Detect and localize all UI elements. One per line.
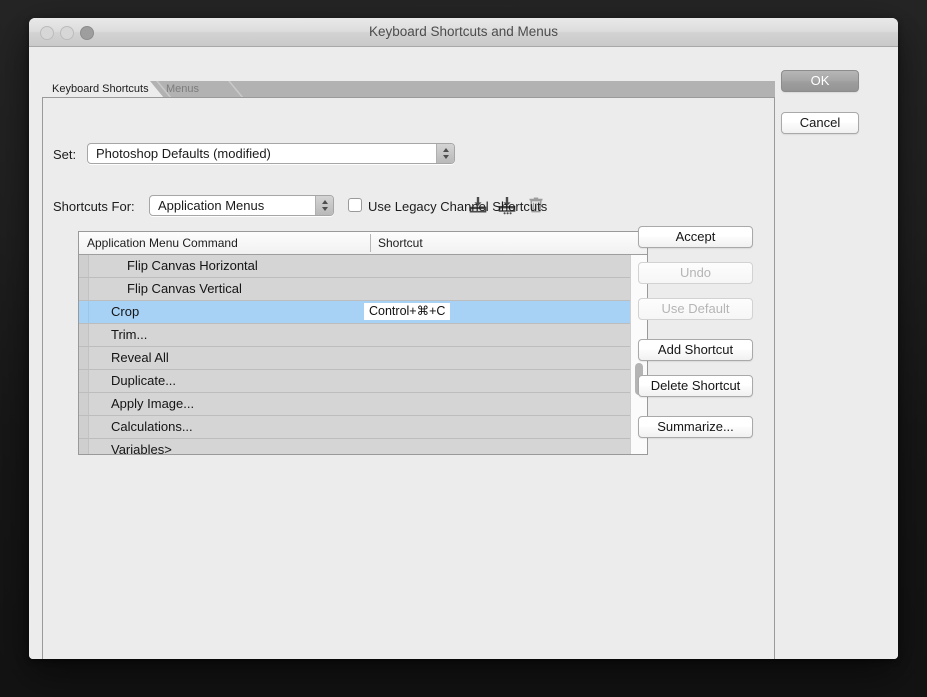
shortcut-edit-field[interactable]: Control+⌘+C — [364, 303, 450, 320]
row-command-label: Flip Canvas Horizontal — [127, 255, 258, 277]
set-label: Set: — [53, 147, 76, 162]
tab-keyboard-shortcuts-label: Keyboard Shortcuts — [42, 81, 164, 98]
table-row[interactable]: Reveal All — [79, 347, 631, 370]
shortcuts-for-label: Shortcuts For: — [53, 199, 135, 214]
table-row[interactable]: Variables> — [79, 439, 631, 455]
table-row[interactable]: Flip Canvas Vertical — [79, 278, 631, 301]
row-gutter — [79, 416, 89, 438]
table-header: Application Menu Command Shortcut — [79, 232, 647, 255]
table-body[interactable]: Flip Canvas HorizontalFlip Canvas Vertic… — [79, 255, 631, 455]
shortcuts-for-select[interactable]: Application Menus — [149, 195, 334, 216]
shortcuts-table: Application Menu Command Shortcut Flip C… — [78, 231, 648, 455]
shortcuts-for-select-value: Application Menus — [158, 196, 264, 216]
window-titlebar[interactable]: Keyboard Shortcuts and Menus — [29, 18, 898, 47]
table-row[interactable]: Crop Control+⌘+C — [79, 301, 631, 324]
cancel-button[interactable]: Cancel — [781, 112, 859, 134]
use-legacy-channel-shortcuts-label: Use Legacy Channel Shortcuts — [368, 199, 547, 214]
column-header-shortcut[interactable]: Shortcut — [378, 232, 423, 254]
add-shortcut-button[interactable]: Add Shortcut — [638, 339, 753, 361]
table-row[interactable]: Apply Image... — [79, 393, 631, 416]
set-select[interactable]: Photoshop Defaults (modified) — [87, 143, 455, 164]
delete-shortcut-button[interactable]: Delete Shortcut — [638, 375, 753, 397]
set-select-value: Photoshop Defaults (modified) — [96, 144, 271, 164]
table-row[interactable]: Flip Canvas Horizontal — [79, 255, 631, 278]
keyboard-shortcuts-dialog-window: Keyboard Shortcuts and Menus Menus Keybo… — [29, 18, 898, 659]
tab-menus[interactable]: Menus — [156, 81, 244, 98]
tab-menus-label: Menus — [156, 81, 244, 98]
window-body: Menus Keyboard Shortcuts Set: Photoshop … — [29, 47, 898, 659]
row-command-label: Trim... — [111, 324, 147, 346]
undo-button: Undo — [638, 262, 753, 284]
summarize-button[interactable]: Summarize... — [638, 416, 753, 438]
row-command-label: Calculations... — [111, 416, 193, 438]
row-command-label: Duplicate... — [111, 370, 176, 392]
row-command-label: Apply Image... — [111, 393, 194, 415]
table-row[interactable]: Duplicate... — [79, 370, 631, 393]
row-gutter — [79, 255, 89, 277]
tab-strip: Menus Keyboard Shortcuts — [42, 81, 775, 98]
row-command-label: Reveal All — [111, 347, 169, 369]
row-gutter — [79, 370, 89, 392]
shortcuts-panel: Set: Photoshop Defaults (modified) — [42, 97, 775, 659]
row-gutter — [79, 347, 89, 369]
table-row[interactable]: Calculations... — [79, 416, 631, 439]
column-header-command[interactable]: Application Menu Command — [87, 232, 238, 254]
window-title: Keyboard Shortcuts and Menus — [29, 18, 898, 46]
use-legacy-channel-shortcuts-checkbox[interactable] — [348, 198, 362, 212]
row-gutter — [79, 393, 89, 415]
row-gutter — [79, 278, 89, 300]
tab-keyboard-shortcuts[interactable]: Keyboard Shortcuts — [42, 81, 164, 98]
row-command-label: Flip Canvas Vertical — [127, 278, 242, 300]
table-row[interactable]: Trim... — [79, 324, 631, 347]
row-gutter — [79, 301, 89, 323]
chevron-updown-icon — [436, 144, 454, 163]
ok-button[interactable]: OK — [781, 70, 859, 92]
column-divider[interactable] — [370, 234, 371, 252]
row-gutter — [79, 439, 89, 455]
accept-button[interactable]: Accept — [638, 226, 753, 248]
use-default-button: Use Default — [638, 298, 753, 320]
chevron-updown-icon — [315, 196, 333, 215]
row-gutter — [79, 324, 89, 346]
row-command-label: Crop — [111, 301, 139, 323]
row-command-label: Variables> — [111, 439, 172, 455]
